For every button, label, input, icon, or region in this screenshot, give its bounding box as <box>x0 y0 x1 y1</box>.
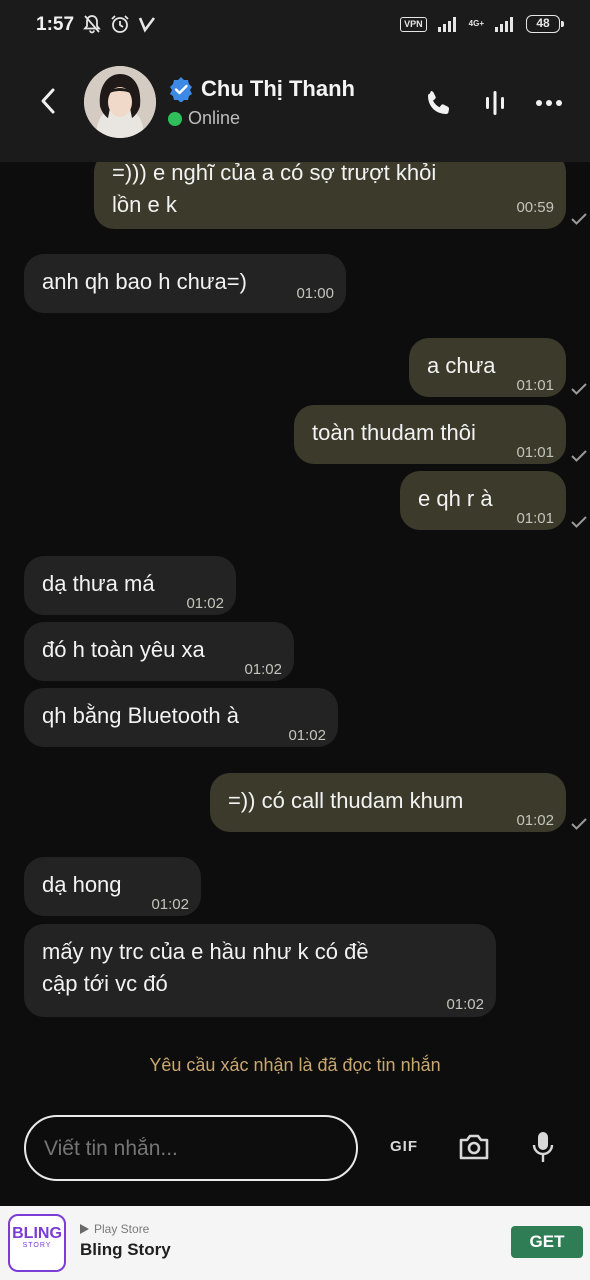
message-text: anh qh bao h chưa=) <box>42 269 247 294</box>
message-time: 01:02 <box>244 661 282 678</box>
status-left-icons <box>82 14 156 34</box>
message-bubble-outgoing[interactable]: =))) e nghĩ của a có sợ trượt khỏi lồn e… <box>94 162 566 229</box>
message-input-box[interactable] <box>24 1115 358 1181</box>
signal-icon <box>437 17 456 32</box>
play-store-icon <box>80 1224 89 1234</box>
back-arrow-icon[interactable] <box>36 86 60 116</box>
online-dot-icon <box>168 111 182 126</box>
sent-check-icon <box>571 818 587 830</box>
sent-check-icon <box>571 516 587 528</box>
message-bubble-incoming[interactable]: dạ hong 01:02 <box>24 857 201 916</box>
presence-status: Online <box>188 108 241 128</box>
message-text: toàn thudam thôi <box>312 420 476 445</box>
status-time: 1:57 <box>36 14 75 35</box>
message-bubble-outgoing[interactable]: toàn thudam thôi 01:01 <box>294 405 566 464</box>
ad-app-logo: BLING STORY <box>8 1214 66 1272</box>
verified-badge-icon <box>170 77 192 102</box>
avatar-photo <box>84 66 156 138</box>
check-logo-icon <box>138 17 156 33</box>
message-time: 01:02 <box>516 812 554 829</box>
message-time: 01:02 <box>186 595 224 612</box>
message-text: dạ thưa má <box>42 571 155 596</box>
message-text: =)) có call thudam khum <box>228 788 464 813</box>
contact-name: Chu Thị Thanh <box>201 76 355 101</box>
ad-logo-subtext: STORY <box>22 1242 52 1249</box>
ad-logo-text: BLING <box>12 1225 62 1242</box>
message-time: 01:01 <box>516 444 554 461</box>
message-time: 01:01 <box>516 510 554 527</box>
status-bar: 1:57 VPN 4G+ 48 <box>0 0 590 52</box>
gif-button[interactable]: GIF <box>390 1138 418 1155</box>
camera-icon[interactable] <box>458 1133 490 1161</box>
chat-header: Chu Thị Thanh Online <box>0 52 590 162</box>
status-right-icons: VPN 4G+ 48 <box>400 15 564 33</box>
more-icon[interactable] <box>534 88 564 118</box>
message-bubble-incoming[interactable]: mấy ny trc của e hầu như k có đề cập tới… <box>24 924 496 1017</box>
network-type: 4G+ <box>468 19 484 28</box>
message-text: dạ hong <box>42 872 122 897</box>
message-time: 01:02 <box>446 996 484 1013</box>
message-time: 01:02 <box>151 896 189 913</box>
battery-indicator: 48 <box>526 15 564 33</box>
contact-name-row[interactable]: Chu Thị Thanh <box>168 76 355 102</box>
alarm-icon <box>111 15 129 33</box>
message-text: e qh r à <box>418 486 493 511</box>
sent-check-icon <box>571 450 587 462</box>
bell-off-icon <box>83 15 101 34</box>
vpn-badge: VPN <box>400 16 427 32</box>
sent-check-icon <box>571 213 587 225</box>
ad-store-label: Play Store <box>94 1222 150 1236</box>
ad-banner[interactable]: BLING STORY Play Store Bling Story <box>0 1206 590 1280</box>
microphone-icon[interactable] <box>532 1130 554 1164</box>
phone-icon[interactable] <box>424 88 454 118</box>
message-bubble-incoming[interactable]: qh bằng Bluetooth à 01:02 <box>24 688 338 747</box>
message-text: qh bằng Bluetooth à <box>42 703 239 728</box>
message-bubble-outgoing[interactable]: =)) có call thudam khum 01:02 <box>210 773 566 832</box>
message-list[interactable]: =))) e nghĩ của a có sợ trượt khỏi lồn e… <box>0 162 590 1092</box>
ad-title: Bling Story <box>80 1240 171 1259</box>
message-bubble-outgoing[interactable]: e qh r à 01:01 <box>400 471 566 530</box>
message-time: 01:00 <box>296 285 334 302</box>
voice-wave-icon[interactable] <box>480 88 510 118</box>
message-bubble-incoming[interactable]: dạ thưa má 01:02 <box>24 556 236 615</box>
message-text: đó h toàn yêu xa <box>42 637 205 662</box>
ad-store-row: Play Store <box>80 1222 149 1236</box>
message-bubble-outgoing[interactable]: a chưa 01:01 <box>409 338 566 397</box>
message-time: 01:01 <box>516 377 554 394</box>
signal-icon-2 <box>495 17 513 32</box>
message-time: 01:02 <box>288 727 326 744</box>
message-input[interactable] <box>44 1137 334 1161</box>
message-time: 00:59 <box>516 199 554 216</box>
get-button[interactable]: GET <box>511 1226 583 1258</box>
message-text: a chưa <box>427 353 496 378</box>
message-text: =))) e nghĩ của a có sợ trượt khỏi lồn e… <box>112 162 437 217</box>
avatar[interactable] <box>84 66 156 138</box>
read-receipt-notice[interactable]: Yêu cầu xác nhận là đã đọc tin nhắn <box>0 1055 590 1076</box>
message-text: mấy ny trc của e hầu như k có đề cập tới… <box>42 939 369 996</box>
presence-row: Online <box>168 108 240 129</box>
message-bubble-incoming[interactable]: anh qh bao h chưa=) 01:00 <box>24 254 346 313</box>
message-bubble-incoming[interactable]: đó h toàn yêu xa 01:02 <box>24 622 294 681</box>
sent-check-icon <box>571 383 587 395</box>
